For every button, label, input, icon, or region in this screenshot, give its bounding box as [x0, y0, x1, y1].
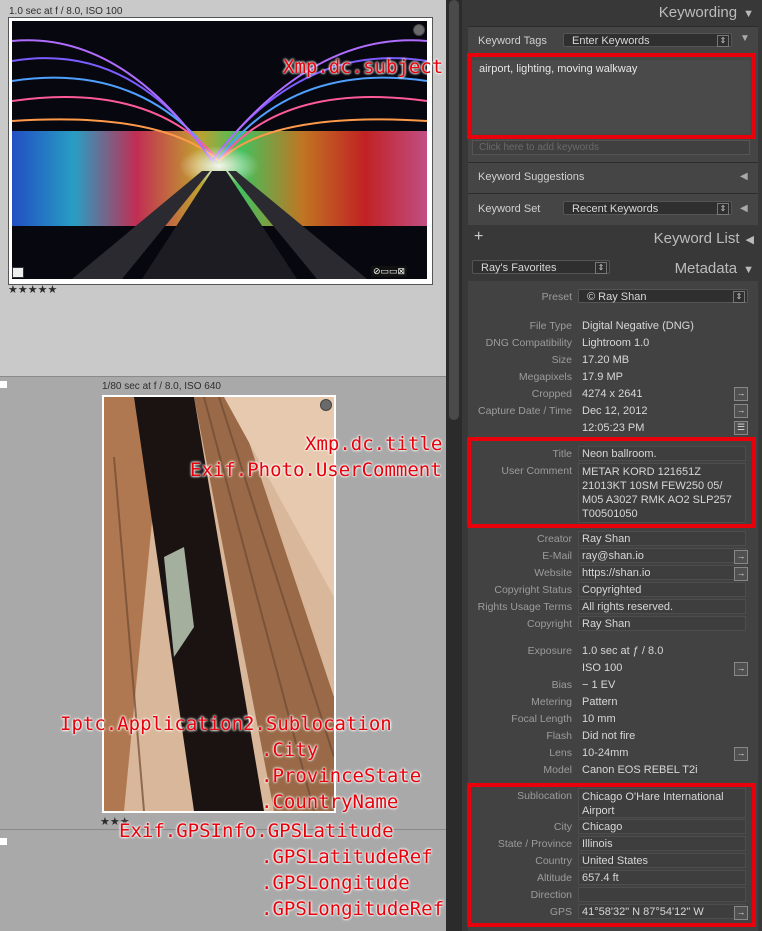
send-email-icon[interactable]: →: [734, 550, 748, 564]
metadata-value: Digital Negative (DNG): [582, 320, 694, 332]
select-arrows-icon: ⇕: [733, 291, 745, 303]
go-to-crop-icon[interactable]: →: [734, 387, 748, 401]
metadata-label: Website: [534, 567, 572, 579]
keyword-set-select[interactable]: Recent Keywords ⇕: [563, 201, 732, 215]
photo-caption: 1/80 sec at f / 8.0, ISO 640: [102, 381, 221, 392]
metadata-value: 10 mm: [582, 713, 616, 725]
metadata-value: Copyrighted: [582, 584, 642, 596]
metadata-label: File Type: [529, 320, 572, 332]
metadata-label: DNG Compatibility: [485, 337, 572, 349]
annotation-latref: .GPSLatitudeRef: [261, 846, 433, 868]
add-keyword-plus-icon[interactable]: +: [474, 228, 483, 246]
metadata-value: Ray Shan: [582, 533, 631, 545]
metadata-label: Capture Date / Time: [478, 405, 572, 417]
metadata-preset-view-select[interactable]: Ray's Favorites ⇕: [472, 260, 610, 274]
annotation-usercomment: Exif.Photo.UserComment: [190, 459, 442, 481]
metadata-value: Dec 12, 2012: [582, 405, 648, 417]
rating-stars[interactable]: ★★★★★: [8, 283, 57, 296]
metadata-label: Copyright Status: [494, 584, 572, 596]
capture-time-list-icon[interactable]: ☰: [734, 421, 748, 435]
annotation-lat: Exif.GPSInfo.GPSLatitude: [119, 820, 394, 842]
select-arrows-icon: ⇕: [595, 262, 607, 274]
metadata-value: https://shan.io: [582, 567, 651, 579]
annotation-sublocation: Iptc.Application2.Sublocation: [60, 713, 392, 735]
preset-label: Preset: [541, 291, 572, 303]
metadata-value: 1.0 sec at ƒ / 8.0: [582, 645, 664, 657]
metadata-label: Bias: [551, 679, 572, 691]
add-keywords-input[interactable]: Click here to add keywords: [472, 140, 750, 155]
expand-triangle-icon[interactable]: ◀: [740, 203, 748, 214]
highlight-box-title-comment: [467, 437, 756, 528]
checkbox-icon[interactable]: [0, 838, 7, 845]
annotation-country: .CountryName: [261, 791, 399, 813]
metadata-label: Megapixels: [518, 371, 572, 383]
flag-indicator-icon: [413, 24, 425, 36]
keywording-header[interactable]: Keywording ▼: [659, 4, 754, 21]
annotation-province: .ProvinceState: [261, 765, 422, 787]
select-arrows-icon: ⇕: [717, 203, 729, 215]
highlight-box-location: [467, 783, 756, 927]
annotation-title: Xmp.dc.title: [305, 433, 443, 455]
metadata-value: Did not fire: [582, 730, 636, 742]
checkbox-icon[interactable]: [0, 381, 7, 388]
metadata-label: Cropped: [531, 388, 572, 400]
metadata-value: 17.20 MB: [582, 354, 630, 366]
grid-scrollbar[interactable]: [446, 0, 462, 931]
metadata-value: Lightroom 1.0: [582, 337, 650, 349]
collapse-triangle-icon[interactable]: ▼: [743, 8, 754, 20]
lens-filter-icon[interactable]: →: [734, 747, 748, 761]
keyword-set-label: Keyword Set: [478, 203, 541, 215]
metadata-value: 17.9 MP: [582, 371, 623, 383]
metadata-label: Lens: [549, 747, 572, 759]
metadata-label: Flash: [546, 730, 572, 742]
metadata-value: Pattern: [582, 696, 618, 708]
expand-triangle-icon[interactable]: ◀: [746, 234, 754, 246]
open-website-icon[interactable]: →: [734, 567, 748, 581]
metadata-value: 10-24mm: [582, 747, 629, 759]
photo-caption: 1.0 sec at f / 8.0, ISO 100: [9, 6, 123, 17]
metadata-header[interactable]: Metadata ▼: [675, 260, 754, 277]
annotation-city: .City: [261, 739, 319, 761]
iso-filter-icon[interactable]: →: [734, 662, 748, 676]
metadata-value: ISO 100: [582, 662, 623, 674]
metadata-label: Metering: [531, 696, 572, 708]
keyword-tags-label: Keyword Tags: [478, 35, 547, 47]
preset-select[interactable]: © Ray Shan ⇕: [578, 289, 748, 303]
select-arrows-icon: ⇕: [717, 35, 729, 47]
metadata-value: All rights reserved.: [582, 601, 674, 613]
metadata-value: 4274 x 2641: [582, 388, 643, 400]
metadata-label: Copyright: [527, 618, 572, 630]
metadata-label: Focal Length: [511, 713, 572, 725]
highlight-box-keywords: [467, 53, 756, 139]
metadata-badges-icon: ⊘▭▭⊠: [371, 266, 408, 277]
expand-triangle-icon[interactable]: ◀: [740, 171, 748, 182]
metadata-label: Exposure: [527, 645, 572, 657]
metadata-label: E-Mail: [542, 550, 572, 562]
metadata-value: Ray Shan: [582, 618, 631, 630]
annotation-lon: .GPSLongitude: [261, 872, 410, 894]
flag-indicator-icon: [320, 399, 332, 411]
metadata-label: Rights Usage Terms: [477, 601, 572, 613]
scrollbar-thumb[interactable]: [449, 0, 459, 420]
corner-badge-icon: [12, 267, 24, 278]
keyword-suggestions-label: Keyword Suggestions: [478, 171, 585, 183]
metadata-value: ray@shan.io: [582, 550, 644, 562]
annotation-subject: Xmp.dc.subject: [283, 56, 444, 78]
metadata-value: − 1 EV: [582, 679, 616, 691]
keyword-tags-select[interactable]: Enter Keywords ⇕: [563, 33, 732, 47]
edit-capture-time-icon[interactable]: →: [734, 404, 748, 418]
keyword-list-header[interactable]: Keyword List ◀: [654, 230, 754, 247]
collapse-triangle-icon[interactable]: ▼: [740, 33, 750, 44]
metadata-label: Size: [551, 354, 572, 366]
metadata-label: Model: [543, 764, 572, 776]
metadata-value: Canon EOS REBEL T2i: [582, 764, 698, 776]
annotation-lonref: .GPSLongitudeRef: [261, 898, 445, 920]
collapse-triangle-icon[interactable]: ▼: [743, 264, 754, 276]
metadata-value: 12:05:23 PM: [582, 422, 645, 434]
metadata-label: Creator: [536, 533, 572, 545]
